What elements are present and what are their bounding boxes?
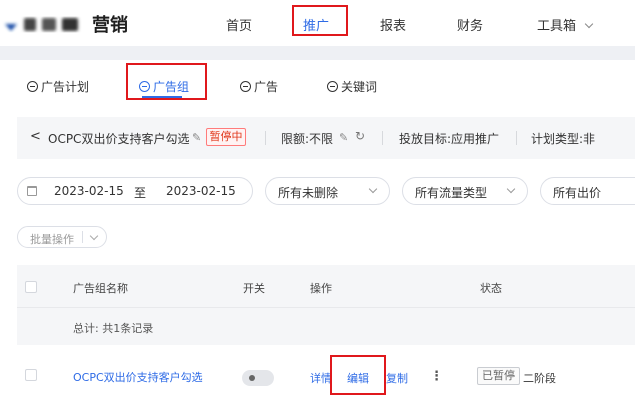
tab-label: 广告 — [254, 80, 279, 94]
plan-type: 计划类型:非 — [531, 132, 596, 146]
highlight-box-promotion — [292, 5, 348, 36]
column-header-status: 状态 — [480, 282, 502, 295]
batch-operations-button[interactable]: 批量操作 — [17, 226, 107, 248]
highlight-box-edit — [330, 355, 386, 395]
divider — [382, 131, 383, 145]
ad-group-name-link[interactable]: OCPC双出价支持客户勾选 — [73, 369, 203, 385]
date-separator: 至 — [134, 186, 147, 200]
budget-history-icon[interactable]: ↻ — [355, 129, 365, 143]
nav-item-reports[interactable]: 报表 — [380, 15, 406, 34]
chevron-down-icon — [89, 231, 99, 241]
nav-item-toolbox-label: 工具箱 — [537, 19, 577, 34]
summary-text: 总计: 共1条记录 — [73, 322, 154, 335]
edit-pencil-icon[interactable]: ✎ — [192, 131, 201, 144]
delete-status-value: 所有未删除 — [278, 186, 339, 200]
bid-type-value: 所有出价 — [553, 186, 602, 200]
logo-icon — [5, 18, 78, 31]
batch-operations-label: 批量操作 — [30, 233, 74, 246]
nav-item-finance[interactable]: 财务 — [457, 15, 483, 34]
row-checkbox[interactable] — [25, 369, 37, 381]
edit-pencil-icon[interactable]: ✎ — [339, 131, 348, 144]
nav-item-home[interactable]: 首页 — [226, 15, 252, 34]
chevron-down-icon — [368, 184, 378, 194]
date-range-picker[interactable]: 2023-02-15 至 2023-02-15 — [17, 177, 253, 205]
column-header-name[interactable]: 广告组名称 — [73, 280, 128, 296]
chevron-down-icon — [506, 184, 516, 194]
divider — [265, 131, 266, 145]
details-link[interactable]: 详情 — [310, 370, 332, 386]
plan-name: OCPC双出价支持客户勾选 — [48, 132, 190, 146]
copy-link[interactable]: 复制 — [386, 370, 408, 386]
nav-item-toolbox[interactable]: 工具箱 — [537, 15, 594, 34]
traffic-type-select[interactable]: 所有流量类型 — [402, 177, 528, 205]
select-all-checkbox[interactable] — [25, 281, 37, 293]
tab-label: 关键词 — [341, 80, 378, 94]
tab-ad[interactable]: 广告 — [240, 78, 278, 95]
chat-bubble-icon — [327, 81, 338, 92]
chevron-down-icon — [584, 19, 594, 29]
calendar-icon — [27, 186, 37, 196]
stage-text: 二阶段 — [523, 372, 556, 385]
tab-ad-plan[interactable]: 广告计划 — [27, 78, 89, 95]
column-header-actions: 操作 — [310, 282, 332, 295]
delete-status-select[interactable]: 所有未删除 — [265, 177, 390, 205]
traffic-type-value: 所有流量类型 — [415, 186, 488, 200]
tab-label: 广告计划 — [41, 80, 90, 94]
date-start: 2023-02-15 — [54, 184, 124, 198]
chat-bubble-icon — [27, 81, 38, 92]
status-badge: 暂停中 — [206, 128, 246, 146]
date-end: 2023-02-15 — [166, 184, 236, 198]
brand-name: 营销 — [92, 15, 128, 36]
divider — [516, 131, 517, 145]
highlight-box-ad-group — [126, 63, 207, 100]
on-off-toggle[interactable] — [242, 370, 274, 386]
delivery-goal: 投放目标:应用推广 — [399, 132, 500, 146]
more-actions-icon[interactable]: ⋮ — [430, 369, 443, 384]
status-tag: 已暂停 — [477, 367, 520, 385]
tab-keywords[interactable]: 关键词 — [327, 78, 377, 95]
budget-limit: 限额:不限 — [281, 132, 334, 146]
divider — [82, 231, 83, 243]
column-header-switch: 开关 — [243, 282, 265, 295]
chat-bubble-icon — [240, 81, 251, 92]
bid-type-select[interactable]: 所有出价 — [540, 177, 635, 205]
back-icon[interactable]: < — [30, 129, 41, 144]
